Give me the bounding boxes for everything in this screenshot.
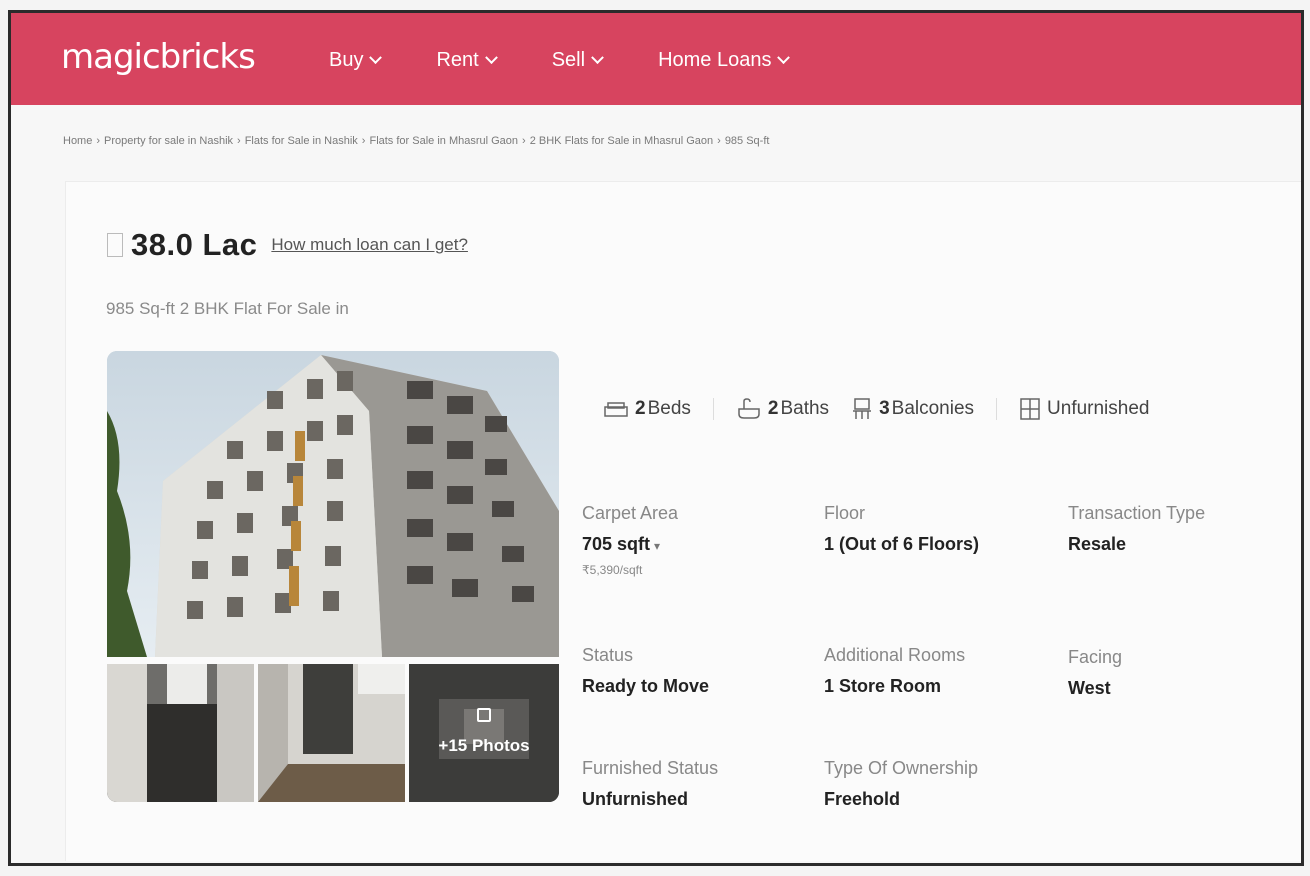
- additional-rooms-value: 1 Store Room: [824, 676, 942, 696]
- breadcrumb: Home › Property for sale in Nashik › Flats…: [63, 135, 769, 147]
- room-photo: [258, 664, 405, 802]
- breadcrumb-flats-mhasrul[interactable]: Flats for Sale in Mhasrul Gaon: [369, 135, 518, 147]
- status-label: Status: [582, 645, 634, 665]
- divider: [996, 398, 998, 420]
- loan-calculator-link[interactable]: How much loan can I get?: [271, 235, 468, 255]
- beds-count: 2: [635, 398, 646, 419]
- summary-carpet-area: Carpet Area 705 sqft ▾ ₹5,390/sqft: [582, 503, 678, 577]
- transaction-value: Resale: [1068, 534, 1127, 554]
- status-value: Ready to Move: [582, 676, 710, 696]
- room-photo: [409, 664, 559, 802]
- summary-additional-rooms: Additional Rooms 1 Store Room: [824, 645, 965, 697]
- price-row: 38.0 Lac How much loan can I get?: [107, 227, 468, 263]
- thumbnail-photo[interactable]: [107, 664, 254, 802]
- nav-sell-label: Sell: [551, 49, 586, 71]
- breadcrumb-2bhk-mhasrul[interactable]: 2 BHK Flats for Sale in Mhasrul Gaon: [530, 135, 713, 147]
- floor-value: 1 (Out of 6 Floors): [824, 534, 979, 554]
- thumbnail-more-photos[interactable]: +15 Photos: [409, 664, 559, 802]
- rupee-icon: [107, 233, 123, 257]
- baths-count: 2: [767, 398, 779, 419]
- chevron-down-icon: [591, 51, 604, 65]
- nav-buy[interactable]: Buy: [329, 49, 383, 72]
- site-header: magicbricks Buy Rent Sell Home Loans: [11, 13, 1301, 105]
- summary-facing: Facing West: [1068, 647, 1122, 699]
- breadcrumb-current: 985 Sq-ft: [724, 135, 770, 147]
- additional-rooms-label: Additional Rooms: [824, 645, 966, 665]
- nav-sell[interactable]: Sell: [551, 49, 604, 72]
- main-property-photo[interactable]: [107, 351, 559, 657]
- wardrobe-icon: [1020, 398, 1040, 420]
- balconies-count: 3: [879, 398, 890, 419]
- summary-transaction: Transaction Type Resale: [1068, 503, 1205, 555]
- baths-label: Baths: [780, 398, 830, 419]
- gallery-icon: [477, 708, 491, 722]
- carpet-area-label: Carpet Area: [582, 503, 679, 523]
- beds-info: 2 Beds: [603, 398, 691, 420]
- floor-label: Floor: [824, 503, 866, 523]
- nav-rent-label: Rent: [436, 49, 479, 71]
- breadcrumb-separator: ›: [237, 135, 241, 147]
- bed-icon: [604, 402, 628, 417]
- summary-floor: Floor 1 (Out of 6 Floors): [824, 503, 979, 555]
- breadcrumb-separator: ›: [96, 135, 101, 147]
- furnishing-label: Unfurnished: [1047, 398, 1150, 419]
- nav-home-loans-label: Home Loans: [658, 49, 772, 71]
- balconies-info: 3 Balconies: [851, 397, 974, 421]
- more-photos-label: +15 Photos: [438, 736, 530, 755]
- chevron-down-icon: [484, 51, 498, 65]
- furnishing-info: Unfurnished: [1019, 397, 1149, 421]
- browser-frame: magicbricks Buy Rent Sell Home Loans Hom…: [8, 10, 1304, 866]
- chevron-down-icon: ▾: [654, 539, 661, 553]
- room-photo: [107, 664, 254, 802]
- summary-status: Status Ready to Move: [582, 645, 709, 697]
- thumbnail-photo[interactable]: [258, 664, 405, 802]
- transaction-label: Transaction Type: [1068, 503, 1206, 523]
- building-photo: [107, 351, 559, 657]
- listing-title: 985 Sq-ft 2 BHK Flat For Sale in: [106, 299, 349, 318]
- summary-furnished-status: Furnished Status Unfurnished: [582, 758, 718, 810]
- price: 38.0 Lac: [131, 227, 258, 262]
- site-logo[interactable]: magicbricks: [61, 37, 256, 77]
- main-nav: Buy Rent Sell Home Loans: [329, 49, 844, 72]
- beds-label: Beds: [647, 398, 691, 419]
- nav-buy-label: Buy: [329, 49, 364, 71]
- facing-label: Facing: [1068, 647, 1123, 667]
- amenities-row: 2 Beds 2 Baths 3 Balconies Unfurnished: [603, 397, 1171, 421]
- breadcrumb-separator: ›: [522, 135, 526, 147]
- furnished-status-value: Unfurnished: [582, 789, 688, 809]
- carpet-area-value[interactable]: 705 sqft ▾: [582, 534, 678, 555]
- chevron-down-icon: [777, 51, 791, 65]
- balcony-icon: [853, 398, 872, 419]
- ownership-label: Type Of Ownership: [824, 758, 979, 778]
- divider: [712, 398, 714, 420]
- summary-ownership: Type Of Ownership Freehold: [824, 758, 978, 810]
- breadcrumb-property-nashik[interactable]: Property for sale in Nashik: [104, 135, 233, 147]
- ownership-value: Freehold: [824, 789, 901, 809]
- baths-info: 2 Baths: [736, 397, 829, 421]
- price-per-sqft-value: 5,390/sqft: [589, 563, 643, 577]
- nav-home-loans[interactable]: Home Loans: [658, 49, 791, 72]
- bath-icon: [738, 398, 760, 419]
- breadcrumb-separator: ›: [361, 135, 366, 147]
- breadcrumb-flats-nashik[interactable]: Flats for Sale in Nashik: [245, 135, 358, 147]
- nav-rent[interactable]: Rent: [436, 49, 498, 72]
- breadcrumb-home[interactable]: Home: [63, 135, 92, 147]
- price-per-sqft: ₹5,390/sqft: [582, 563, 643, 577]
- carpet-area-text: 705 sqft: [582, 534, 651, 554]
- chevron-down-icon: [369, 51, 383, 65]
- breadcrumb-separator: ›: [717, 135, 721, 147]
- balconies-label: Balconies: [891, 398, 975, 419]
- photo-thumbnails: +15 Photos: [107, 664, 559, 802]
- furnished-status-label: Furnished Status: [582, 758, 719, 778]
- facing-value: West: [1068, 678, 1111, 698]
